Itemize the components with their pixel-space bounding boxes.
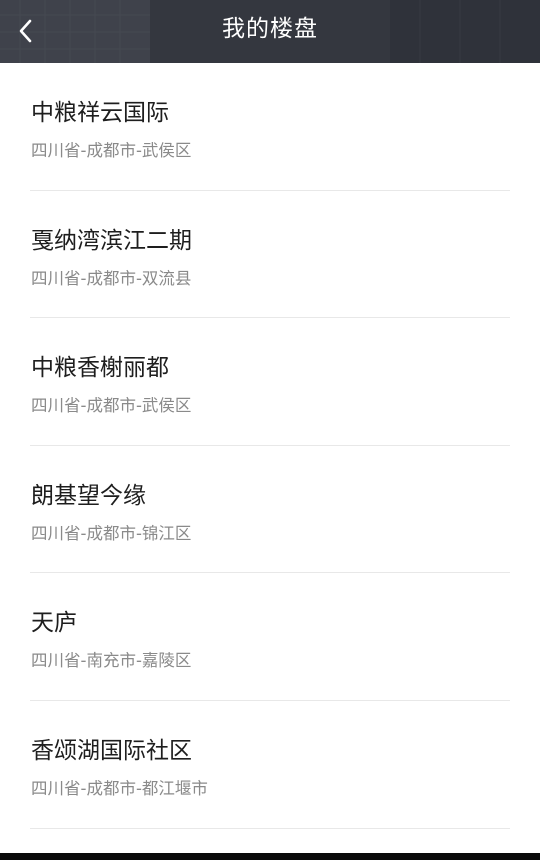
- back-button[interactable]: [18, 12, 58, 50]
- property-name: 香颂湖国际社区: [31, 737, 192, 764]
- property-address: 四川省-成都市-双流县: [31, 268, 192, 288]
- property-address: 四川省-成都市-都江堰市: [31, 778, 208, 798]
- property-item[interactable]: 中粮香榭丽都 四川省-成都市-武侯区: [30, 318, 510, 446]
- property-item[interactable]: 朗基望今缘 四川省-成都市-锦江区: [30, 446, 510, 574]
- header-bar: 我的楼盘: [0, 0, 540, 63]
- bottom-edge-bar: [0, 853, 540, 860]
- property-name: 中粮祥云国际: [31, 100, 169, 126]
- property-item[interactable]: 戛纳湾滨江二期 四川省-成都市-双流县: [30, 191, 510, 319]
- property-name: 朗基望今缘: [31, 482, 146, 509]
- property-list: 中粮祥云国际 四川省-成都市-武侯区 戛纳湾滨江二期 四川省-成都市-双流县 中…: [0, 63, 540, 829]
- property-item[interactable]: 香颂湖国际社区 四川省-成都市-都江堰市: [30, 701, 510, 829]
- property-address: 四川省-成都市-武侯区: [31, 141, 192, 160]
- property-name: 戛纳湾滨江二期: [31, 227, 192, 254]
- property-address: 四川省-南充市-嘉陵区: [31, 651, 192, 671]
- property-item[interactable]: 天庐 四川省-南充市-嘉陵区: [30, 573, 510, 701]
- header-building-background: [0, 0, 540, 63]
- app-frame: 我的楼盘 中粮祥云国际 四川省-成都市-武侯区 戛纳湾滨江二期 四川省-成都市-…: [0, 0, 540, 860]
- property-item[interactable]: 中粮祥云国际 四川省-成都市-武侯区: [30, 63, 510, 191]
- property-address: 四川省-成都市-锦江区: [31, 523, 192, 543]
- property-address: 四川省-成都市-武侯区: [31, 396, 192, 416]
- property-name: 天庐: [31, 610, 77, 637]
- property-name: 中粮香榭丽都: [31, 355, 169, 382]
- chevron-left-icon: [19, 19, 32, 43]
